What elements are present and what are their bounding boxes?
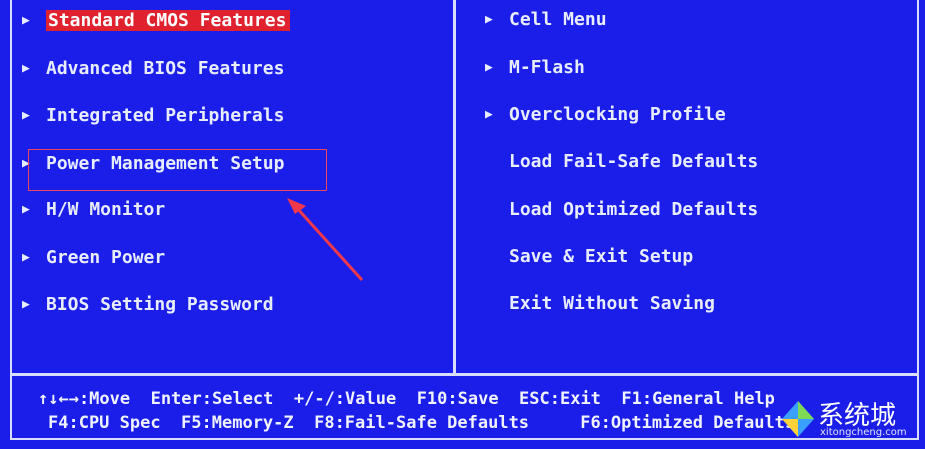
submenu-arrow-icon: ▶ — [22, 108, 30, 123]
menu-item-integrated-peripherals[interactable]: ▶ Integrated Peripherals — [22, 102, 284, 130]
submenu-arrow-icon: ▶ — [22, 13, 30, 28]
key-help-line-1: ↑↓←→:Move Enter:Select +/-/:Value F10:Sa… — [38, 389, 775, 409]
menu-item-standard-cmos-features[interactable]: ▶ Standard CMOS Features — [22, 7, 291, 35]
menu-item-hw-monitor[interactable]: ▶ H/W Monitor — [22, 196, 165, 224]
menu-item-load-optimized-defaults[interactable]: Load Optimized Defaults — [485, 196, 758, 224]
column-divider — [453, 0, 456, 373]
annotation-highlight-box — [28, 149, 327, 191]
submenu-arrow-icon: ▶ — [485, 12, 493, 27]
menu-item-label: Load Optimized Defaults — [509, 199, 759, 220]
menu-item-cell-menu[interactable]: ▶ Cell Menu — [485, 6, 607, 34]
key-help-line-2: F4:CPU Spec F5:Memory-Z F8:Fail-Safe Def… — [48, 413, 796, 433]
menu-item-label: Green Power — [46, 247, 166, 268]
menu-item-label: Overclocking Profile — [509, 104, 726, 125]
menu-item-overclocking-profile[interactable]: ▶ Overclocking Profile — [485, 101, 726, 129]
menu-item-label: Load Fail-Safe Defaults — [509, 151, 759, 172]
menu-item-load-fail-safe-defaults[interactable]: Load Fail-Safe Defaults — [485, 148, 758, 176]
submenu-arrow-icon: ▶ — [22, 61, 30, 76]
menu-item-label: H/W Monitor — [46, 199, 166, 220]
watermark-logo-icon — [782, 401, 814, 437]
menu-item-m-flash[interactable]: ▶ M-Flash — [485, 54, 585, 82]
submenu-arrow-icon: ▶ — [485, 60, 493, 75]
watermark-url: xitongcheng.com — [820, 427, 907, 438]
menu-item-label: Advanced BIOS Features — [46, 58, 285, 79]
watermark: 系统城 xitongcheng.com — [780, 395, 920, 445]
submenu-arrow-icon: ▶ — [22, 297, 30, 312]
menu-item-label: Standard CMOS Features — [46, 10, 291, 31]
submenu-arrow-icon: ▶ — [22, 250, 30, 265]
menu-item-advanced-bios-features[interactable]: ▶ Advanced BIOS Features — [22, 55, 284, 83]
menu-item-label: Integrated Peripherals — [46, 105, 285, 126]
submenu-arrow-icon: ▶ — [22, 202, 30, 217]
submenu-arrow-icon: ▶ — [485, 107, 493, 122]
footer-divider — [10, 373, 919, 376]
menu-item-exit-without-saving[interactable]: Exit Without Saving — [485, 290, 715, 318]
menu-item-label: BIOS Setting Password — [46, 294, 274, 315]
menu-item-bios-setting-password[interactable]: ▶ BIOS Setting Password — [22, 291, 274, 319]
menu-item-label: M-Flash — [509, 57, 585, 78]
menu-item-label: Cell Menu — [509, 9, 607, 30]
menu-item-label: Exit Without Saving — [509, 293, 715, 314]
menu-item-green-power[interactable]: ▶ Green Power — [22, 244, 165, 272]
menu-item-save-exit-setup[interactable]: Save & Exit Setup — [485, 243, 693, 271]
menu-item-label: Save & Exit Setup — [509, 246, 694, 267]
